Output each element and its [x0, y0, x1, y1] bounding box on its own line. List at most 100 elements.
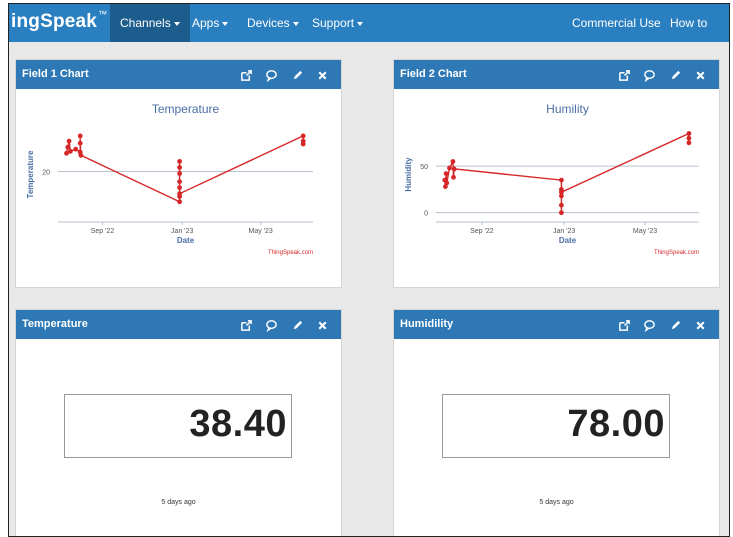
- close-icon[interactable]: [694, 69, 707, 82]
- nav-support[interactable]: Support: [302, 4, 373, 42]
- humidity-value: 78.00: [567, 403, 665, 445]
- data-point: [443, 171, 449, 176]
- temperature-display-panel: Temperature 38.40 5 days ago: [15, 309, 342, 536]
- data-point: [451, 174, 456, 180]
- pencil-icon[interactable]: [291, 69, 304, 82]
- data-point: [686, 131, 692, 136]
- external-link-icon[interactable]: [240, 319, 253, 332]
- comment-icon[interactable]: [265, 69, 278, 83]
- data-point: [559, 189, 564, 195]
- chevron-down-icon: [222, 21, 229, 26]
- data-point: [177, 171, 183, 176]
- comment-icon[interactable]: [643, 319, 656, 333]
- data-point: [686, 140, 692, 146]
- chevron-down-icon: [173, 21, 180, 26]
- top-navbar: ingSpeak™ Channels Apps Devices Support …: [9, 4, 729, 68]
- pencil-icon[interactable]: [669, 319, 682, 332]
- data-point: [177, 165, 183, 170]
- temperature-value: 38.40: [189, 403, 287, 445]
- close-icon[interactable]: [316, 69, 329, 82]
- data-point: [177, 159, 183, 164]
- nav-channels[interactable]: Channels: [110, 4, 190, 42]
- chevron-down-icon: [292, 21, 299, 26]
- data-point: [559, 202, 564, 208]
- data-point: [68, 148, 73, 154]
- chart-credit: ThingSpeak.com: [268, 250, 313, 256]
- comment-icon[interactable]: [265, 319, 278, 333]
- series-line: [65, 134, 304, 203]
- close-icon[interactable]: [316, 319, 329, 332]
- data-point: [447, 165, 452, 171]
- chart-title: Temperature: [152, 102, 220, 116]
- nav-devices[interactable]: Devices: [237, 4, 309, 42]
- y-axis-label: Humidity: [404, 157, 413, 192]
- app-frame: ingSpeak™ Channels Apps Devices Support …: [8, 3, 730, 537]
- data-point: [77, 133, 83, 139]
- last-updated-text: 5 days ago: [539, 499, 574, 506]
- panel-actions: [232, 67, 329, 83]
- y-tick-label: 50: [420, 164, 428, 171]
- numeric-display-body: 78.00 5 days ago: [394, 339, 719, 536]
- last-updated-text: 5 days ago: [161, 499, 196, 506]
- numeric-value-box: 38.40: [64, 394, 292, 458]
- x-axis-label: Date: [177, 236, 195, 245]
- x-tick-label: Sep '22: [91, 228, 115, 235]
- pencil-icon[interactable]: [291, 319, 304, 332]
- humidity-display-panel: Humidility 78.00 5 days ago: [393, 309, 720, 536]
- chart-body: Temperature 20 Sep '22 Jan '23 May '23 Date Te…: [16, 89, 341, 287]
- panel-actions: [610, 317, 707, 333]
- panel-header: Temperature: [16, 310, 341, 339]
- humidity-line-chart[interactable]: Humility 50 0 Sep '22 Jan '23 May '23 Date Humi…: [394, 89, 719, 287]
- brand-logo[interactable]: ingSpeak™: [11, 9, 107, 33]
- panel-header: Humidility: [394, 310, 719, 339]
- field2-chart-panel: Field 2 Chart Humility 50 0 Sep '22 Jan '23 M…: [393, 59, 720, 288]
- data-point: [177, 191, 183, 197]
- nav-commercial-use[interactable]: Commercial Use: [562, 4, 671, 42]
- panel-title: Temperature: [22, 318, 88, 330]
- data-point: [686, 135, 692, 141]
- data-point: [78, 152, 84, 158]
- data-point: [451, 166, 457, 172]
- panel-actions: [610, 67, 707, 83]
- panel-header: Field 1 Chart: [16, 60, 341, 89]
- chevron-down-icon: [357, 21, 364, 26]
- x-tick-label: May '23: [249, 228, 273, 235]
- panel-title: Field 1 Chart: [22, 68, 89, 80]
- field1-chart-panel: Field 1 Chart Temperature 20 Sep '22 Jan '2…: [15, 59, 342, 288]
- chart-title: Humility: [546, 102, 589, 116]
- x-tick-label: May '23: [633, 228, 657, 235]
- y-axis-label: Temperature: [26, 150, 35, 198]
- external-link-icon[interactable]: [618, 319, 631, 332]
- comment-icon[interactable]: [643, 69, 656, 83]
- x-tick-label: Jan '23: [171, 228, 193, 235]
- nav-how-to-buy[interactable]: How to Buy: [660, 4, 729, 68]
- data-point: [66, 138, 72, 144]
- external-link-icon[interactable]: [240, 69, 253, 82]
- data-point: [559, 177, 564, 183]
- close-icon[interactable]: [694, 319, 707, 332]
- data-point: [444, 180, 450, 186]
- external-link-icon[interactable]: [618, 69, 631, 82]
- x-tick-label: Jan '23: [553, 228, 575, 235]
- data-point: [177, 199, 183, 205]
- temperature-line-chart[interactable]: Temperature 20 Sep '22 Jan '23 May '23 Date Te…: [16, 89, 341, 287]
- y-tick-label: 20: [42, 169, 50, 176]
- chart-body: Humility 50 0 Sep '22 Jan '23 May '23 Date Humi…: [394, 89, 719, 287]
- pencil-icon[interactable]: [669, 69, 682, 82]
- panel-actions: [232, 317, 329, 333]
- x-tick-label: Sep '22: [470, 228, 494, 235]
- numeric-display-body: 38.40 5 days ago: [16, 339, 341, 536]
- nav-apps[interactable]: Apps: [182, 4, 238, 42]
- data-point: [65, 144, 71, 150]
- data-point: [300, 141, 306, 147]
- chart-credit: ThingSpeak.com: [654, 250, 699, 256]
- panel-title: Field 2 Chart: [400, 68, 467, 80]
- panel-header: Field 2 Chart: [394, 60, 719, 89]
- x-axis-label: Date: [559, 236, 577, 245]
- series-line: [444, 132, 690, 213]
- data-point: [450, 159, 456, 164]
- data-point: [77, 140, 83, 146]
- data-point: [177, 185, 183, 190]
- data-point: [73, 146, 79, 152]
- panel-title: Humidility: [400, 318, 454, 330]
